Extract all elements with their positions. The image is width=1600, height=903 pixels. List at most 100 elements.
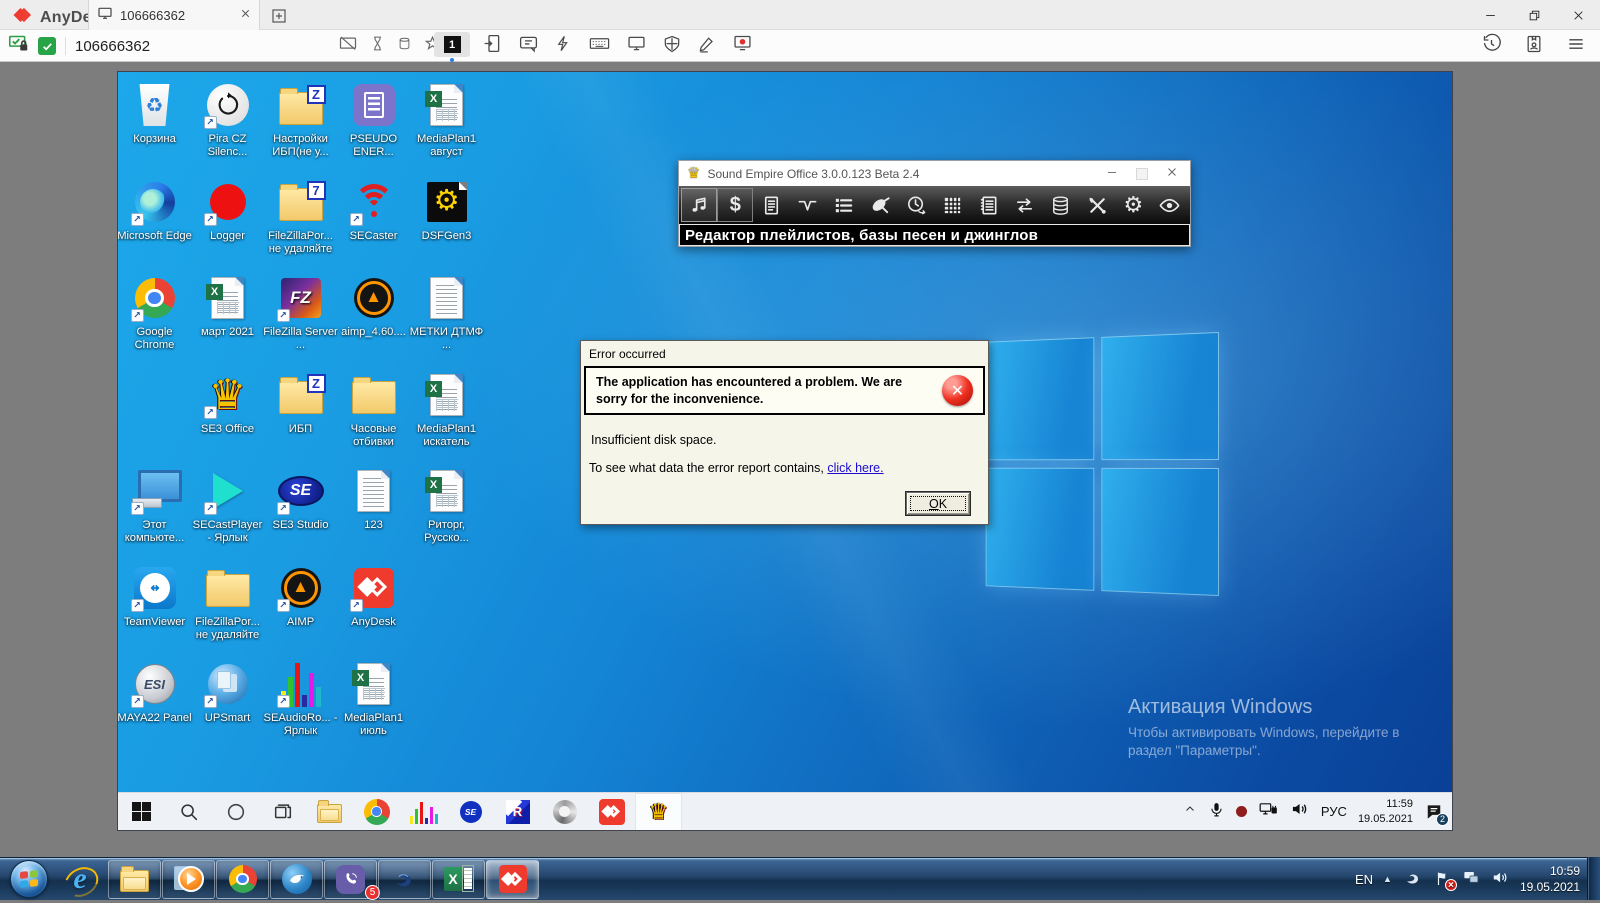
desktop-icon[interactable]: ↗Pira CZ Silenc... (192, 80, 264, 177)
session-tab[interactable]: 106666362 (88, 0, 260, 30)
se-tool-document-icon[interactable] (753, 188, 789, 222)
desktop-icon[interactable]: ZИБП (265, 370, 337, 467)
desktop-icon[interactable]: ↗AnyDesk (338, 563, 410, 660)
network-icon[interactable] (1258, 799, 1279, 825)
internet-explorer-icon[interactable]: e (60, 860, 100, 898)
desktop-icon[interactable]: МЕТКИ ДТМФ ... (411, 273, 483, 370)
desktop-icon[interactable]: ⚙DSFGen3 (411, 177, 483, 274)
error-dialog[interactable]: Error occurred The application has encou… (580, 340, 989, 525)
desktop-icon[interactable]: ↗SEAudioRo... - Ярлык (265, 659, 337, 756)
host-taskbar-thunderbird[interactable] (270, 860, 323, 899)
volume-icon[interactable] (1290, 799, 1310, 824)
permissions-shield-icon[interactable] (662, 34, 682, 59)
host-network-icon[interactable] (1462, 868, 1481, 890)
se-tool-dish-icon[interactable] (862, 188, 898, 222)
remote-clock[interactable]: 11:59 19.05.2021 (1358, 797, 1413, 826)
host-volume-icon[interactable] (1491, 868, 1510, 890)
taskbar-item-search[interactable] (165, 793, 212, 831)
desktop-icon[interactable]: ↗UPSmart (192, 659, 264, 756)
taskbar-item-task-view[interactable] (259, 793, 306, 831)
desktop-icon[interactable]: ↗TeamViewer (119, 563, 191, 660)
address-book-icon[interactable] (1524, 34, 1544, 59)
file-transfer-icon[interactable] (482, 33, 503, 59)
monitor-select-button[interactable]: 1 (434, 32, 470, 57)
session-record-icon[interactable] (732, 33, 753, 59)
desktop-icon[interactable]: FZ↗FileZilla Server ... (265, 273, 337, 370)
desktop-icon[interactable]: ZНастройки ИБП(не у... (265, 80, 337, 177)
taskbar-item-cortana[interactable] (212, 793, 259, 831)
host-taskbar-wmp[interactable] (162, 860, 215, 899)
desktop-icon[interactable]: Xмарт 2021 (192, 273, 264, 370)
taskbar-item-crown[interactable]: ♛ (635, 793, 682, 831)
click-here-link[interactable]: click here. (827, 461, 883, 475)
se-tool-notebook-icon[interactable] (971, 188, 1007, 222)
desktop-icon[interactable]: ↗Google Chrome (119, 273, 191, 370)
display-settings-icon[interactable] (626, 33, 647, 59)
host-taskbar-viber[interactable]: 5 (324, 860, 377, 899)
desktop-icon[interactable]: SE↗SE3 Studio (265, 466, 337, 563)
desktop-icon[interactable]: ↗SECaster (338, 177, 410, 274)
menu-icon[interactable] (1566, 34, 1586, 59)
desktop-icon[interactable]: ▲aimp_4.60.... (338, 273, 410, 370)
recording-indicator-icon[interactable] (1236, 806, 1247, 817)
host-taskbar-swoosh[interactable] (378, 860, 431, 899)
host-clock[interactable]: 10:59 19.05.2021 (1520, 863, 1580, 895)
taskbar-item-lens[interactable] (541, 793, 588, 831)
se-tool-tools-icon[interactable] (1079, 188, 1115, 222)
se-tool-eye-icon[interactable] (1151, 188, 1187, 222)
desktop-icon[interactable]: 123 (338, 466, 410, 563)
desktop-icon[interactable]: ↗Microsoft Edge (119, 177, 191, 274)
privacy-mode-icon[interactable] (338, 34, 358, 59)
se-tool-music-notes-icon[interactable] (681, 188, 717, 222)
se-maximize-icon[interactable] (1136, 168, 1148, 180)
taskbar-item-start[interactable] (118, 793, 165, 831)
desktop-icon[interactable]: ▲↗AIMP (265, 563, 337, 660)
taskbar-item-se[interactable]: SE (447, 793, 494, 831)
show-desktop-button[interactable] (1587, 857, 1600, 900)
se-tool-gear-icon[interactable]: ⚙ (1115, 188, 1151, 222)
se-minimize-icon[interactable] (1106, 165, 1118, 183)
ok-button[interactable]: OK (906, 492, 970, 515)
window-minimize-button[interactable] (1468, 0, 1512, 30)
desktop-icon[interactable]: XMediaPlan1 искатель (411, 370, 483, 467)
new-session-tab-button[interactable] (268, 5, 290, 27)
taskbar-item-chrome[interactable] (353, 793, 400, 831)
desktop-icon[interactable]: XMediaPlan1 июль (338, 659, 410, 756)
window-close-button[interactable] (1556, 0, 1600, 30)
sound-empire-window[interactable]: ♛ Sound Empire Office 3.0.0.123 Beta 2.4… (678, 160, 1191, 247)
desktop-icon[interactable]: ↗SECastPlayer - Ярлык (192, 466, 264, 563)
desktop-icon[interactable]: 7FileZillaPor... не удаляйте (265, 177, 337, 274)
desktop-icon[interactable]: ♛↗SE3 Office (192, 370, 264, 467)
desktop-icon[interactable]: Часовые отбивки (338, 370, 410, 467)
keyboard-icon[interactable] (588, 32, 611, 60)
whiteboard-pencil-icon[interactable] (697, 34, 717, 59)
se-tool-dollar-icon[interactable]: $ (717, 188, 753, 222)
taskbar-item-anydesk[interactable] (588, 793, 635, 831)
actions-lightning-icon[interactable] (554, 34, 573, 58)
desktop-icon[interactable]: PSEUDO ENER... (338, 80, 410, 177)
se-close-icon[interactable] (1166, 165, 1178, 183)
tray-chevron-up-icon[interactable] (1183, 802, 1197, 821)
host-taskbar-excel[interactable]: X (432, 860, 485, 899)
se-tool-waveform-icon[interactable] (790, 188, 826, 222)
action-center-flag-icon[interactable]: × (1434, 870, 1452, 888)
language-indicator[interactable]: РУС (1321, 804, 1347, 819)
anydesk-tray-icon[interactable] (1402, 867, 1424, 892)
host-language-indicator[interactable]: EN (1355, 872, 1373, 887)
se-titlebar[interactable]: ♛ Sound Empire Office 3.0.0.123 Beta 2.4 (679, 161, 1190, 186)
se-tool-grid-icon[interactable] (934, 188, 970, 222)
desktop-icon[interactable]: ♻Корзина (119, 80, 191, 177)
desktop-icon[interactable]: FileZillaPor... не удаляйте (192, 563, 264, 660)
microphone-icon[interactable] (1208, 801, 1225, 823)
se-tool-transfer-arrows-icon[interactable] (1007, 188, 1043, 222)
host-taskbar-chrome[interactable] (216, 860, 269, 899)
desktop-icon[interactable]: XРиторг, Русско... (411, 466, 483, 563)
chat-icon[interactable] (518, 33, 539, 59)
taskbar-item-radio-r[interactable]: R (494, 793, 541, 831)
se-tool-database-icon[interactable] (1043, 188, 1079, 222)
tab-close-icon[interactable] (240, 6, 251, 24)
host-taskbar-explorer[interactable] (108, 860, 161, 899)
se-tool-playlist-icon[interactable] (826, 188, 862, 222)
taskbar-item-explorer[interactable] (306, 793, 353, 831)
start-button[interactable] (10, 860, 48, 898)
